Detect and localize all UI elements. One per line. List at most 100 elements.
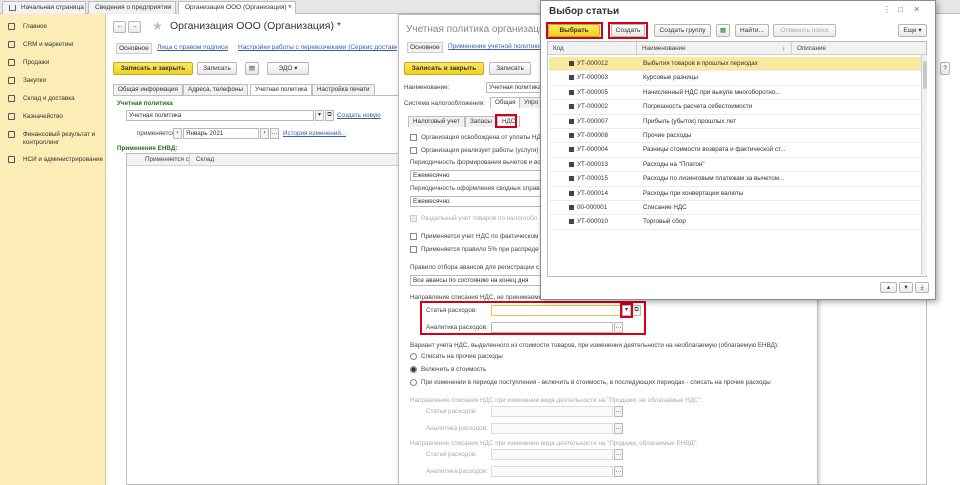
table-row[interactable]: УТ-000004 Разницы стоимости возврата и фа…	[549, 143, 926, 158]
table-row[interactable]: УТ-000010 Торговый сбор	[549, 215, 926, 230]
table-row[interactable]: УТ-000015 Расходы по лизинговым платежам …	[549, 172, 926, 187]
radio-other-expenses[interactable]	[410, 353, 417, 360]
arrow-left-icon: ←	[116, 23, 123, 30]
policy-field[interactable]: Учетная политика	[126, 110, 314, 121]
more-options-icon[interactable]: ⋮	[883, 5, 891, 14]
cart-icon	[8, 77, 15, 84]
nav-down-button[interactable]: ▾	[899, 282, 913, 293]
tab-general-info[interactable]: Общая информация	[113, 84, 183, 95]
deduct-period-field[interactable]: Ежемесячно	[410, 170, 543, 181]
create-group-button[interactable]: Создать группу	[654, 24, 711, 37]
item-icon	[569, 89, 574, 95]
ellipsis-icon[interactable]: …	[614, 423, 623, 434]
star-icon[interactable]: ★	[152, 19, 163, 33]
cell-code: УТ-000003	[577, 74, 608, 82]
more-button[interactable]: Еще ▾	[898, 24, 927, 37]
back-button[interactable]: ←	[113, 21, 126, 33]
spreadsheet-icon: ▦	[719, 27, 727, 34]
docs-period-label: Периодичность оформления сводных справ	[410, 185, 540, 192]
nav-up-button[interactable]: ▴	[880, 282, 897, 293]
tab-tax-accounting[interactable]: Налоговый учет	[408, 116, 465, 127]
tab-divider	[113, 95, 398, 96]
table-row[interactable]: УТ-000013 Расходы на "Платон"	[549, 158, 926, 173]
arrow-right-icon[interactable]: ›	[260, 128, 269, 139]
save-button[interactable]: Записать	[197, 62, 237, 75]
close-icon[interactable]: ×	[168, 2, 172, 14]
checkbox-5-percent[interactable]	[410, 246, 417, 253]
tab-company-info[interactable]: Сведения о предприятии ×	[88, 1, 176, 14]
table-row[interactable]: УТ-000008 Прочие расходы	[549, 129, 926, 144]
tab-home[interactable]: Начальная страница	[2, 1, 86, 14]
ellipsis-icon[interactable]: …	[270, 128, 279, 139]
save-close-button[interactable]: Записать и закрыть	[113, 62, 193, 75]
items-table[interactable]: Код Наименование ↓ Описание УТ-000012 Выб…	[547, 41, 927, 277]
maximize-icon[interactable]: □	[898, 5, 903, 14]
column-name: Наименование	[642, 45, 686, 52]
history-link[interactable]: История изменений...	[283, 130, 346, 137]
crm-icon	[8, 41, 15, 48]
tab-inventory[interactable]: Запасы	[465, 116, 497, 127]
home-icon	[9, 5, 16, 11]
sidebar: Главное CRM и маркетинг Продажи Закупки …	[0, 14, 106, 485]
checkbox-separate-accounting[interactable]	[410, 215, 417, 222]
applies-field[interactable]: Январь 2021	[183, 128, 259, 139]
table-row[interactable]: УТ-000012 Выбытия товаров в прошлых перио…	[549, 57, 926, 72]
close-icon[interactable]: ×	[288, 2, 292, 14]
table-row[interactable]: УТ-000002 Погрешность расчета себестоимос…	[549, 100, 926, 115]
cell-code: УТ-000015	[577, 175, 608, 183]
nav-main[interactable]: Основное	[407, 42, 443, 53]
table-row[interactable]: УТ-000014 Расходы при конвертации валюты	[549, 187, 926, 201]
help-button[interactable]: ?	[940, 62, 950, 75]
save-button[interactable]: Записать	[489, 62, 531, 75]
expense-item-field[interactable]	[491, 406, 613, 417]
checkbox-actual-vat[interactable]	[410, 233, 417, 240]
scroll-thumb[interactable]	[923, 61, 927, 89]
ellipsis-icon[interactable]: …	[614, 466, 623, 477]
excel-button[interactable]: ▦	[716, 24, 730, 37]
arrow-left-icon[interactable]: ‹	[173, 128, 182, 139]
column-divider	[636, 42, 637, 55]
ellipsis-icon[interactable]: …	[614, 449, 623, 460]
expense-item-field[interactable]	[491, 449, 613, 460]
chevron-down-icon[interactable]: ▾	[315, 110, 324, 121]
highlight-dropdown	[620, 303, 633, 318]
tab-accounting-policy[interactable]: Учетная политика	[250, 84, 313, 95]
radio-include-cost[interactable]	[410, 366, 417, 373]
vertical-scrollbar[interactable]	[921, 55, 927, 275]
save-close-button[interactable]: Записать и закрыть	[404, 62, 484, 75]
advance-rule-field[interactable]: Все авансы по состоянию на конец дня	[410, 275, 543, 286]
print-button[interactable]: ▤	[245, 62, 259, 75]
name-field[interactable]: Учетная политика	[486, 82, 541, 93]
create-new-link[interactable]: Создать новую	[337, 112, 381, 119]
forward-button[interactable]: →	[128, 21, 141, 33]
edo-button[interactable]: ЭДО ▾	[267, 62, 309, 75]
nav-policy-usage[interactable]: Применение учетной политики	[448, 43, 541, 50]
open-icon[interactable]: ⧉	[325, 110, 334, 121]
expense-analytics-field[interactable]	[491, 423, 613, 434]
nav-carriers[interactable]: Настройки работы с перевозчиками (Сервис…	[238, 44, 397, 51]
ellipsis-icon[interactable]: …	[614, 406, 623, 417]
table-row[interactable]: УТ-000003 Курсовые разницы	[549, 71, 926, 86]
nav-end-button[interactable]: ⤓	[915, 282, 929, 293]
nav-signers[interactable]: Лица с правом подписи	[157, 44, 228, 51]
table-row[interactable]: УТ-000007 Прибыль (убыток) прошлых лет	[549, 115, 926, 129]
checkbox-vat-exempt[interactable]	[410, 134, 417, 141]
tab-organization[interactable]: Организация ООО (Организация) * ×	[178, 1, 296, 14]
table-row[interactable]: УТ-000005 Начисленный НДС при выкупе мног…	[549, 86, 926, 101]
find-button[interactable]: Найти...	[735, 24, 769, 37]
table-row[interactable]: 00-000001 Списание НДС	[549, 201, 926, 216]
radio-mixed[interactable]	[410, 379, 417, 386]
tab-print-settings[interactable]: Настройка печати	[312, 84, 375, 95]
envd-grid[interactable]: Применяется с Склад	[126, 153, 399, 485]
sort-down-icon[interactable]: ↓	[782, 45, 785, 52]
expense-analytics-field[interactable]	[491, 466, 613, 477]
tab-addresses[interactable]: Адреса, телефоны	[183, 84, 248, 95]
tab-tax-general[interactable]: Общая	[490, 97, 521, 108]
checkbox-works-services[interactable]	[410, 147, 417, 154]
help-icon: ?	[943, 65, 947, 72]
nav-main[interactable]: Основное	[116, 43, 152, 54]
close-icon[interactable]: ×	[914, 4, 919, 14]
item-icon	[569, 190, 574, 196]
docs-period-field[interactable]: Ежемесячно	[410, 196, 543, 207]
cancel-search-button[interactable]: Отменить поиск	[773, 24, 836, 37]
